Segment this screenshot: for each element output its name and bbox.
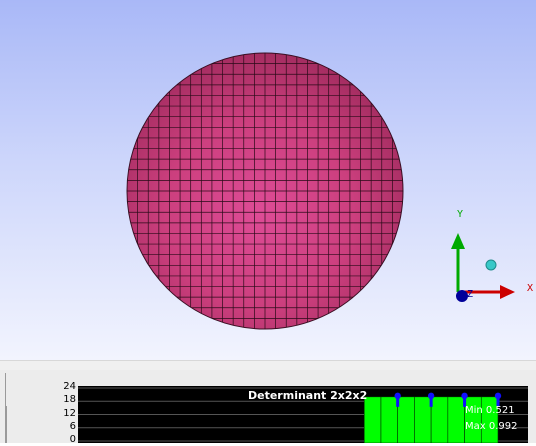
histogram-bar bbox=[380, 396, 398, 443]
panel-splitter[interactable] bbox=[0, 360, 536, 370]
light-source-icon[interactable] bbox=[485, 259, 497, 271]
y-tick-label: 12 bbox=[63, 408, 76, 419]
axis-label-y: Y bbox=[457, 209, 464, 220]
histogram-min: Min 0.521 bbox=[465, 405, 515, 416]
y-tick-label: 6 bbox=[69, 421, 76, 432]
axis-label-x: X bbox=[527, 283, 534, 294]
histogram-title: Determinant 2x2x2 bbox=[248, 389, 368, 402]
y-axis-arrow bbox=[451, 233, 465, 249]
histogram-bar bbox=[430, 396, 449, 443]
y-tick-label: 24 bbox=[63, 381, 76, 392]
x-axis-arrow bbox=[500, 285, 515, 299]
histogram-bar bbox=[447, 396, 465, 443]
viewport-canvas[interactable] bbox=[0, 0, 536, 360]
3d-viewport[interactable]: Y X Z bbox=[0, 0, 536, 360]
histogram-bar bbox=[480, 396, 499, 443]
y-tick-label: 0 bbox=[69, 434, 76, 445]
histogram-bar bbox=[363, 396, 382, 443]
histogram-marker-stem bbox=[396, 396, 400, 407]
y-tick-label: 18 bbox=[63, 394, 76, 405]
axis-label-z: Z bbox=[467, 289, 474, 300]
histogram-max: Max 0.992 bbox=[465, 421, 518, 432]
histogram-marker-stem bbox=[429, 396, 433, 407]
histogram-y-axis: 24 18 12 6 0 bbox=[40, 381, 76, 445]
histogram-bar bbox=[464, 396, 482, 443]
histogram-bar bbox=[414, 396, 432, 443]
axis-triad bbox=[451, 233, 515, 302]
panel-rail-inner bbox=[6, 406, 10, 443]
histogram-bar bbox=[397, 396, 415, 443]
